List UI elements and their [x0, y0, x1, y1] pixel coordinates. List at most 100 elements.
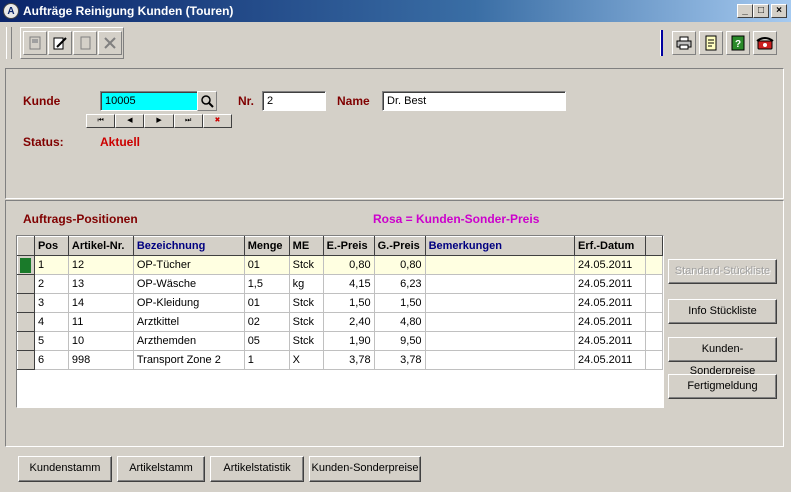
- cell-bezeichnung[interactable]: Arztkittel: [133, 312, 245, 332]
- col-header-artikel[interactable]: Artikel-Nr.: [67, 236, 134, 256]
- table-row[interactable]: 5 10 Arzthemden 05 Stck 1,90 9,50 24.05.…: [17, 331, 663, 351]
- cell-gpreis[interactable]: 3,78: [374, 350, 426, 370]
- cell-artikel[interactable]: 10: [68, 331, 134, 351]
- cell-bezeichnung[interactable]: OP-Wäsche: [133, 274, 245, 294]
- cell-bezeichnung[interactable]: Transport Zone 2: [133, 350, 245, 370]
- artikelstamm-button[interactable]: Artikelstamm: [117, 456, 205, 482]
- cell-bemerkung[interactable]: [425, 312, 576, 332]
- col-header-bemerkungen[interactable]: Bemerkungen: [424, 236, 576, 256]
- cell-epreis[interactable]: 1,90: [323, 331, 375, 351]
- cell-artikel[interactable]: 12: [68, 255, 134, 275]
- cell-gpreis[interactable]: 9,50: [374, 331, 426, 351]
- standard-stueckliste-button[interactable]: Standard-Stückliste: [668, 259, 777, 284]
- cell-gpreis[interactable]: 1,50: [374, 293, 426, 313]
- col-header-datum[interactable]: Erf.-Datum: [574, 236, 646, 256]
- cell-artikel[interactable]: 998: [68, 350, 134, 370]
- nav-last-button[interactable]: ⏭: [173, 114, 203, 128]
- cell-artikel[interactable]: 11: [68, 312, 134, 332]
- cell-bezeichnung[interactable]: OP-Kleidung: [133, 293, 245, 313]
- cell-menge[interactable]: 1,5: [244, 274, 290, 294]
- cell-me[interactable]: Stck: [289, 312, 324, 332]
- col-header-bezeichnung[interactable]: Bezeichnung: [132, 236, 245, 256]
- cell-pos[interactable]: 6: [34, 350, 69, 370]
- table-row[interactable]: 2 13 OP-Wäsche 1,5 kg 4,15 6,23 24.05.20…: [17, 274, 663, 294]
- cell-me[interactable]: Stck: [289, 331, 324, 351]
- info-stueckliste-button[interactable]: Info Stückliste: [668, 299, 777, 324]
- cell-datum[interactable]: 24.05.2011: [574, 274, 646, 294]
- edit-icon[interactable]: [48, 31, 72, 55]
- cell-pos[interactable]: 5: [34, 331, 69, 351]
- fertigmeldung-button[interactable]: Fertigmeldung: [668, 374, 777, 399]
- cell-bezeichnung[interactable]: Arzthemden: [133, 331, 245, 351]
- cell-me[interactable]: Stck: [289, 293, 324, 313]
- phone-icon[interactable]: [753, 31, 777, 55]
- cell-me[interactable]: kg: [289, 274, 324, 294]
- row-indicator[interactable]: [17, 312, 35, 332]
- cell-datum[interactable]: 24.05.2011: [574, 312, 646, 332]
- new-icon[interactable]: [23, 31, 47, 55]
- document-icon[interactable]: [699, 31, 723, 55]
- cell-datum[interactable]: 24.05.2011: [574, 350, 646, 370]
- row-indicator[interactable]: [17, 350, 35, 370]
- help-icon[interactable]: ?: [726, 31, 750, 55]
- row-indicator[interactable]: [17, 274, 35, 294]
- nr-input[interactable]: 2: [262, 91, 326, 111]
- table-row[interactable]: 1 12 OP-Tücher 01 Stck 0,80 0,80 24.05.2…: [17, 255, 663, 275]
- nav-cancel-button[interactable]: ✖: [202, 114, 233, 128]
- cell-pos[interactable]: 4: [34, 312, 69, 332]
- row-indicator[interactable]: [17, 255, 35, 275]
- kundenstamm-button[interactable]: Kundenstamm: [18, 456, 112, 482]
- cell-bezeichnung[interactable]: OP-Tücher: [133, 255, 245, 275]
- nav-prev-button[interactable]: ◀: [115, 114, 145, 128]
- cell-epreis[interactable]: 2,40: [323, 312, 375, 332]
- col-header-pos[interactable]: Pos: [33, 236, 69, 256]
- cell-bemerkung[interactable]: [425, 331, 576, 351]
- cell-artikel[interactable]: 13: [68, 274, 134, 294]
- nav-first-button[interactable]: ⏮: [86, 114, 116, 128]
- kunden-sonderpreise-button[interactable]: Kunden-Sonderpreise: [309, 456, 421, 482]
- cell-epreis[interactable]: 4,15: [323, 274, 375, 294]
- cell-datum[interactable]: 24.05.2011: [574, 255, 646, 275]
- positions-grid[interactable]: Pos Artikel-Nr. Bezeichnung Menge ME E.-…: [16, 235, 664, 408]
- table-row[interactable]: 3 14 OP-Kleidung 01 Stck 1,50 1,50 24.05…: [17, 293, 663, 313]
- kunde-search-icon[interactable]: [197, 91, 217, 111]
- cell-datum[interactable]: 24.05.2011: [574, 293, 646, 313]
- col-header-epreis[interactable]: E.-Preis: [322, 236, 375, 256]
- cell-datum[interactable]: 24.05.2011: [574, 331, 646, 351]
- table-row[interactable]: 4 11 Arztkittel 02 Stck 2,40 4,80 24.05.…: [17, 312, 663, 332]
- cell-epreis[interactable]: 0,80: [323, 255, 375, 275]
- cell-menge[interactable]: 05: [244, 331, 290, 351]
- minimize-button[interactable]: _: [737, 4, 753, 18]
- name-input[interactable]: Dr. Best: [382, 91, 566, 111]
- row-indicator[interactable]: [17, 293, 35, 313]
- cell-artikel[interactable]: 14: [68, 293, 134, 313]
- cell-me[interactable]: Stck: [289, 255, 324, 275]
- cell-bemerkung[interactable]: [425, 255, 576, 275]
- delete-icon[interactable]: [98, 31, 122, 55]
- cell-me[interactable]: X: [289, 350, 324, 370]
- cell-menge[interactable]: 01: [244, 255, 290, 275]
- kunden-sonderpreise-side-button[interactable]: Kunden-Sonderpreise: [668, 337, 777, 377]
- cell-pos[interactable]: 2: [34, 274, 69, 294]
- col-header-menge[interactable]: Menge: [243, 236, 290, 256]
- cell-gpreis[interactable]: 6,23: [374, 274, 426, 294]
- cell-menge[interactable]: 1: [244, 350, 290, 370]
- kunde-input[interactable]: 10005: [100, 91, 198, 111]
- cell-bemerkung[interactable]: [425, 274, 576, 294]
- row-indicator[interactable]: [17, 331, 35, 351]
- col-header-gpreis[interactable]: G.-Preis: [373, 236, 426, 256]
- col-header-me[interactable]: ME: [288, 236, 324, 256]
- cell-gpreis[interactable]: 0,80: [374, 255, 426, 275]
- cell-epreis[interactable]: 1,50: [323, 293, 375, 313]
- app-icon[interactable]: A: [3, 3, 19, 19]
- copy-icon[interactable]: [73, 31, 97, 55]
- cell-menge[interactable]: 02: [244, 312, 290, 332]
- artikelstatistik-button[interactable]: Artikelstatistik: [210, 456, 304, 482]
- cell-pos[interactable]: 1: [34, 255, 69, 275]
- cell-gpreis[interactable]: 4,80: [374, 312, 426, 332]
- close-button[interactable]: ×: [771, 4, 787, 18]
- cell-bemerkung[interactable]: [425, 350, 576, 370]
- cell-epreis[interactable]: 3,78: [323, 350, 375, 370]
- cell-menge[interactable]: 01: [244, 293, 290, 313]
- maximize-button[interactable]: □: [753, 4, 769, 18]
